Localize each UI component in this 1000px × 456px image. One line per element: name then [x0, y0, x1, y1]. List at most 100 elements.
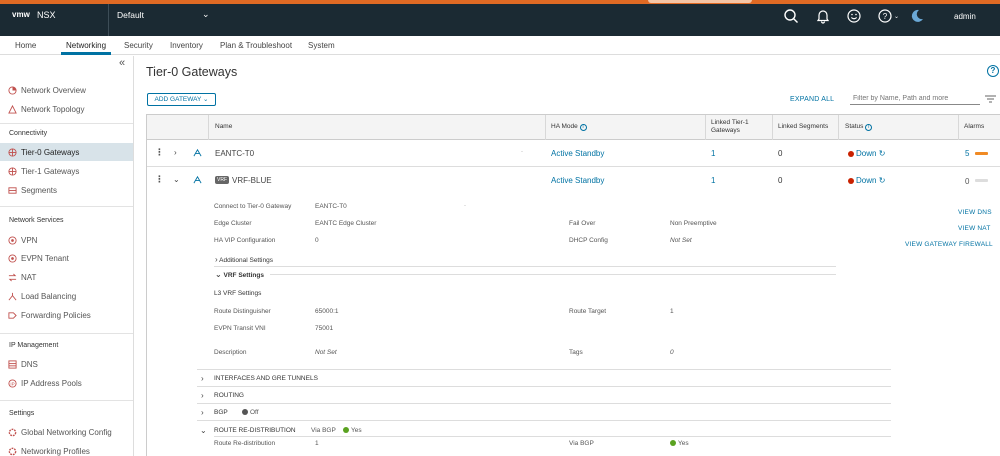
sidebar-section-connectivity: Connectivity	[9, 130, 48, 137]
bgp-section[interactable]: BGP	[214, 409, 228, 416]
sidebar-item-ip-address-pools[interactable]: IP IP Address Pools	[8, 374, 134, 392]
route-redistribution-link[interactable]: 1	[315, 440, 319, 447]
expand-row-icon[interactable]: ›	[174, 148, 177, 157]
sidebar-item-load-balancing[interactable]: Load Balancing	[8, 287, 134, 305]
tab-inventory[interactable]: Inventory	[170, 41, 203, 50]
sidebar-item-segments[interactable]: Segments	[8, 181, 134, 199]
yes-dot	[670, 440, 676, 447]
collapse-row-icon[interactable]: ⌄	[173, 175, 180, 184]
sidebar-item-dns[interactable]: DNS	[8, 355, 134, 373]
cell-separator: -	[464, 203, 466, 209]
column-header-status[interactable]: Status i	[845, 123, 873, 131]
sidebar-item-vpn[interactable]: VPN	[8, 231, 134, 249]
info-icon[interactable]: i	[579, 124, 587, 131]
tab-system[interactable]: System	[308, 41, 335, 50]
sidebar-item-label: Network Topology	[21, 104, 85, 114]
status-badge: Down ↻	[848, 149, 885, 158]
row-actions-icon[interactable]: ⋮	[155, 147, 164, 158]
sidebar-divider	[0, 123, 133, 124]
notification-pill[interactable]	[648, 0, 752, 3]
route-target-link[interactable]: 1	[670, 308, 674, 315]
sidebar-item-label: Network Overview	[21, 85, 86, 95]
expand-all-link[interactable]: EXPAND ALL	[790, 96, 834, 103]
view-nat-link[interactable]: VIEW NAT	[958, 225, 991, 232]
sidebar-item-label: NAT	[21, 272, 37, 282]
chevron-right-icon[interactable]: ›	[201, 374, 204, 383]
row-actions-icon[interactable]: ⋮	[155, 174, 164, 185]
sidebar-item-networking-profiles[interactable]: Networking Profiles	[8, 442, 134, 456]
tab-security[interactable]: Security	[124, 41, 153, 50]
view-gateway-firewall-link[interactable]: VIEW GATEWAY FIREWALL	[905, 241, 993, 248]
refresh-icon[interactable]: ↻	[879, 149, 886, 158]
sidebar-item-global-networking-config[interactable]: Global Networking Config	[8, 423, 134, 441]
route-redistribution-label: Route Re-distribution	[214, 440, 276, 447]
additional-settings-toggle[interactable]: › Additional Settings	[215, 255, 273, 264]
vrf-settings-toggle[interactable]: ⌄ VRF Settings	[215, 270, 264, 279]
sidebar-item-label: Tier-1 Gateways	[21, 166, 80, 176]
column-header-linked-t1[interactable]: Linked Tier-1 Gateways	[711, 119, 749, 135]
sidebar-section-ip-management: IP Management	[9, 342, 59, 349]
column-header-linked-segments[interactable]: Linked Segments	[778, 123, 828, 130]
add-gateway-label: ADD GATEWAY	[154, 96, 202, 103]
sidebar-item-forwarding-policies[interactable]: Forwarding Policies	[8, 306, 134, 324]
refresh-icon[interactable]: ↻	[879, 176, 886, 185]
ha-vip-value: 0	[315, 237, 319, 244]
help-chevron-icon[interactable]: ⌄	[894, 13, 899, 20]
route-redistribution-section[interactable]: ROUTE RE-DISTRIBUTION	[214, 427, 296, 434]
collapse-sidebar-icon[interactable]: «	[119, 57, 125, 69]
linked-segments-value: 0	[778, 149, 783, 158]
tab-plan-troubleshoot[interactable]: Plan & Troubleshoot	[220, 41, 292, 50]
sidebar-item-nat[interactable]: NAT	[8, 268, 134, 286]
column-header-alarms[interactable]: Alarms	[964, 123, 984, 130]
sidebar-item-tier0-gateways[interactable]: Tier-0 Gateways	[0, 143, 133, 161]
filter-columns-icon[interactable]	[985, 95, 996, 103]
ha-mode-link[interactable]: Active Standby	[551, 176, 604, 185]
smiley-icon[interactable]	[846, 8, 862, 24]
sidebar-item-evpn-tenant[interactable]: EVPN Tenant	[8, 249, 134, 267]
status-text[interactable]: Down	[856, 149, 876, 158]
topology-icon	[8, 104, 17, 114]
off-dot	[242, 409, 248, 416]
via-bgp-status: Yes	[343, 427, 362, 434]
sidebar-item-tier1-gateways[interactable]: Tier-1 Gateways	[8, 162, 134, 180]
info-icon[interactable]: i	[865, 124, 873, 131]
column-header-name[interactable]: Name	[215, 123, 232, 130]
tab-home[interactable]: Home	[15, 41, 36, 50]
edge-cluster-value: EANTC Edge Cluster	[315, 220, 377, 227]
alarm-bar	[975, 152, 988, 155]
sidebar-item-label: Load Balancing	[21, 291, 77, 301]
moon-icon[interactable]	[909, 8, 925, 24]
status-text[interactable]: Down	[856, 176, 876, 185]
via-bgp2-status: Yes	[670, 440, 689, 447]
chevron-down-icon[interactable]: ⌄	[202, 9, 210, 20]
sidebar-item-label: Segments	[21, 185, 58, 195]
context-selector[interactable]: Default	[117, 10, 144, 20]
connect-t0-label: Connect to Tier-0 Gateway	[214, 203, 292, 210]
add-gateway-button[interactable]: ADD GATEWAY ⌄	[147, 93, 216, 106]
chevron-down-icon[interactable]: ⌄	[200, 426, 207, 435]
tab-networking[interactable]: Networking	[66, 41, 106, 50]
sidebar-item-network-topology[interactable]: Network Topology	[8, 100, 134, 118]
linked-t1-link[interactable]: 1	[711, 176, 715, 185]
chevron-right-icon[interactable]: ›	[201, 391, 204, 400]
vpn-icon	[8, 235, 17, 245]
help-icon[interactable]: ?	[987, 65, 999, 77]
vmw-logo: vmw	[12, 10, 30, 19]
linked-t1-link[interactable]: 1	[711, 149, 715, 158]
svg-text:?: ?	[883, 12, 888, 21]
routing-section[interactable]: ROUTING	[214, 392, 244, 399]
bell-icon[interactable]	[815, 8, 831, 24]
help-menu-icon[interactable]: ?	[878, 8, 894, 24]
gateway-icon	[8, 166, 17, 176]
sidebar-section-network-services: Network Services	[9, 217, 64, 224]
user-menu[interactable]: admin	[954, 12, 976, 21]
sidebar-item-network-overview[interactable]: Network Overview	[8, 81, 134, 99]
interfaces-section[interactable]: INTERFACES AND GRE TUNNELS	[214, 375, 318, 382]
filter-input[interactable]	[850, 93, 980, 105]
search-icon[interactable]	[783, 8, 799, 24]
ha-mode-link[interactable]: Active Standby	[551, 149, 604, 158]
chevron-right-icon[interactable]: ›	[201, 408, 204, 417]
view-dns-link[interactable]: VIEW DNS	[958, 209, 992, 216]
alarm-count[interactable]: 5	[965, 149, 969, 158]
column-header-ha-mode[interactable]: HA Mode i	[551, 123, 587, 131]
